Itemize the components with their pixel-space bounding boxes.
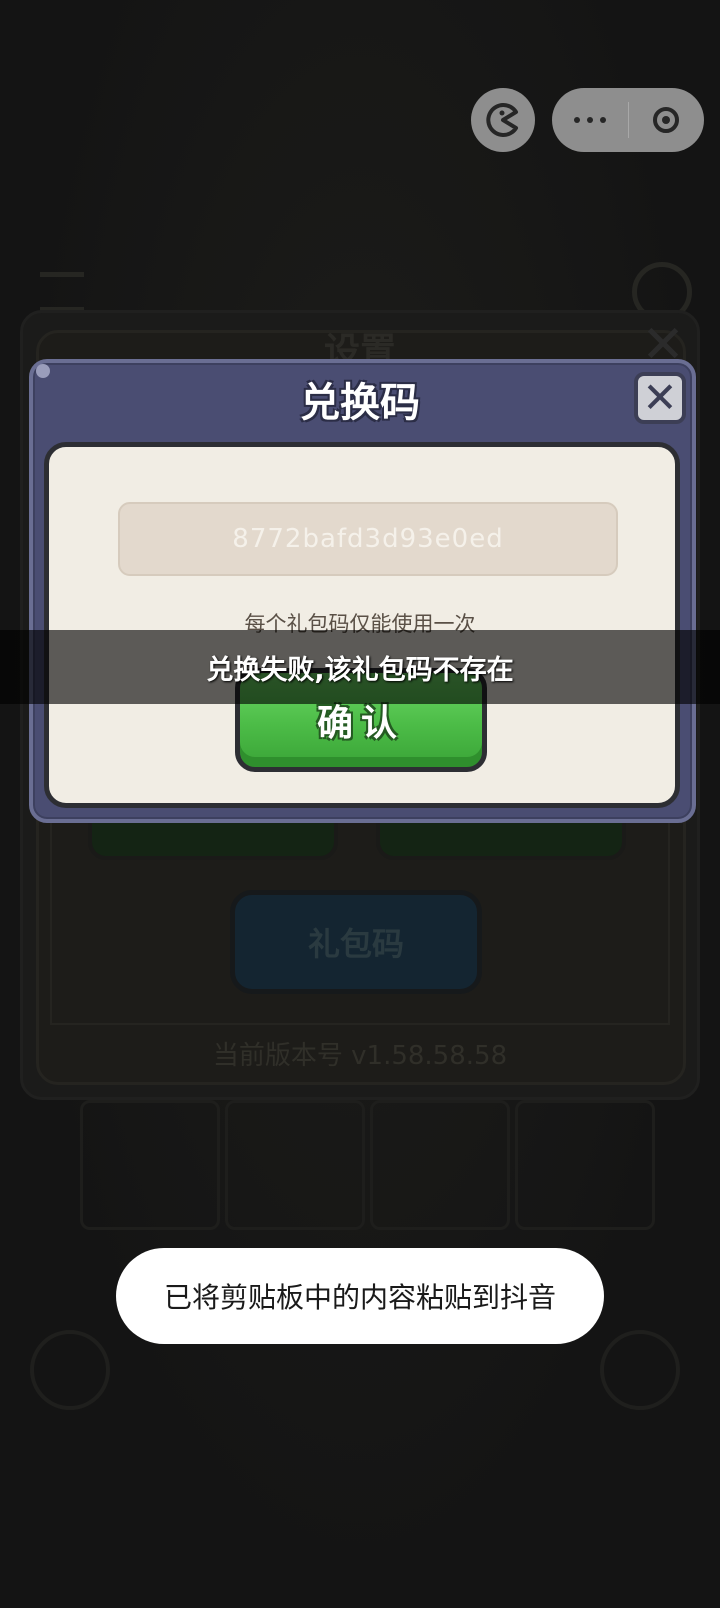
close-x-icon: ✕ [642,373,678,422]
background-banner [0,95,420,185]
clipboard-toast: 已将剪贴板中的内容粘贴到抖音 [116,1248,604,1344]
background-tile [225,1100,365,1230]
gift-code-button: 礼包码 [230,890,482,994]
screen: 设置 ✕ 礼包码 当前版本号 v1.58.58.58 兑换码 ✕ 每个礼包码仅能… [0,0,720,1608]
toast-text: 已将剪贴板中的内容粘贴到抖音 [163,1281,556,1314]
game-center-button[interactable] [471,88,535,152]
more-button[interactable] [552,88,628,152]
dialog-close-button[interactable]: ✕ [634,372,686,424]
more-dots-icon [573,117,606,123]
gift-code-button-label: 礼包码 [307,925,404,963]
background-header [170,255,550,305]
redeem-code-input[interactable] [118,502,618,576]
dialog-title: 兑换码 [300,380,420,426]
target-circle-icon [653,107,680,133]
menu-icon [40,272,84,312]
mini-program-capsule [552,88,704,152]
close-mini-program-button[interactable] [629,88,705,152]
background-ring-icon [600,1330,680,1410]
game-pacman-icon [486,103,518,137]
background-tile [370,1100,510,1230]
background-tile [80,1100,220,1230]
error-message: 兑换失败,该礼包码不存在 [206,654,514,686]
background-tile [515,1100,655,1230]
version-text: 当前版本号 v1.58.58.58 [212,1041,508,1071]
error-banner: 兑换失败,该礼包码不存在 [0,630,720,704]
background-ring-icon [30,1330,110,1410]
